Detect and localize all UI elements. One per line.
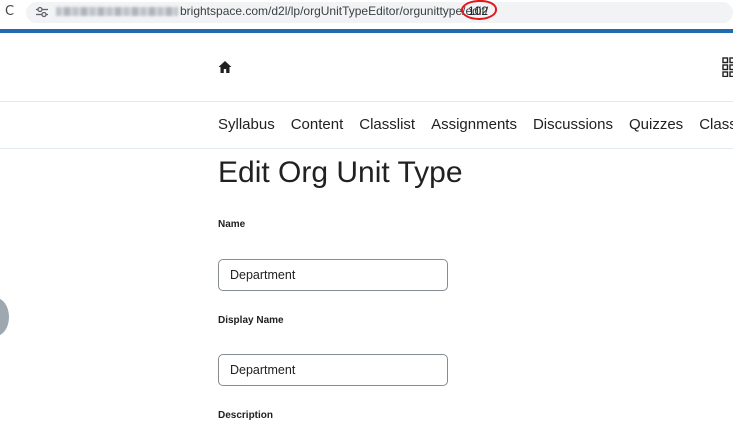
url-text[interactable]: brightspace.com/d2l/lp/orgUnitTypeEditor… [180, 4, 488, 19]
nav-item-classlist[interactable]: Classlist [359, 116, 415, 134]
site-info-icon[interactable] [35, 6, 49, 18]
home-icon[interactable] [217, 59, 233, 75]
nav-item-assignments[interactable]: Assignments [431, 116, 517, 134]
nav-item-class-progress[interactable]: Class Pr [699, 116, 733, 134]
page-title: Edit Org Unit Type [218, 156, 463, 189]
course-navbar: Syllabus Content Classlist Assignments D… [0, 102, 733, 149]
nav-item-quizzes[interactable]: Quizzes [629, 116, 683, 134]
description-label: Description [218, 410, 274, 421]
name-label: Name [218, 219, 246, 230]
nav-list: Syllabus Content Classlist Assignments D… [218, 116, 733, 134]
reload-icon[interactable]: C [5, 4, 14, 20]
blurred-url-subdomain [56, 7, 178, 16]
display-name-label: Display Name [218, 315, 284, 326]
nav-item-content[interactable]: Content [291, 116, 344, 134]
nav-item-syllabus[interactable]: Syllabus [218, 116, 275, 134]
waffle-icon[interactable] [722, 57, 733, 77]
nav-item-discussions[interactable]: Discussions [533, 116, 613, 134]
minibar [0, 33, 733, 102]
side-floating-button[interactable] [0, 298, 9, 336]
name-input[interactable] [218, 259, 448, 291]
browser-address-bar: C brightspace.com/d2l/lp/orgUnitTypeEdit… [0, 0, 733, 26]
display-name-input[interactable] [218, 354, 448, 386]
